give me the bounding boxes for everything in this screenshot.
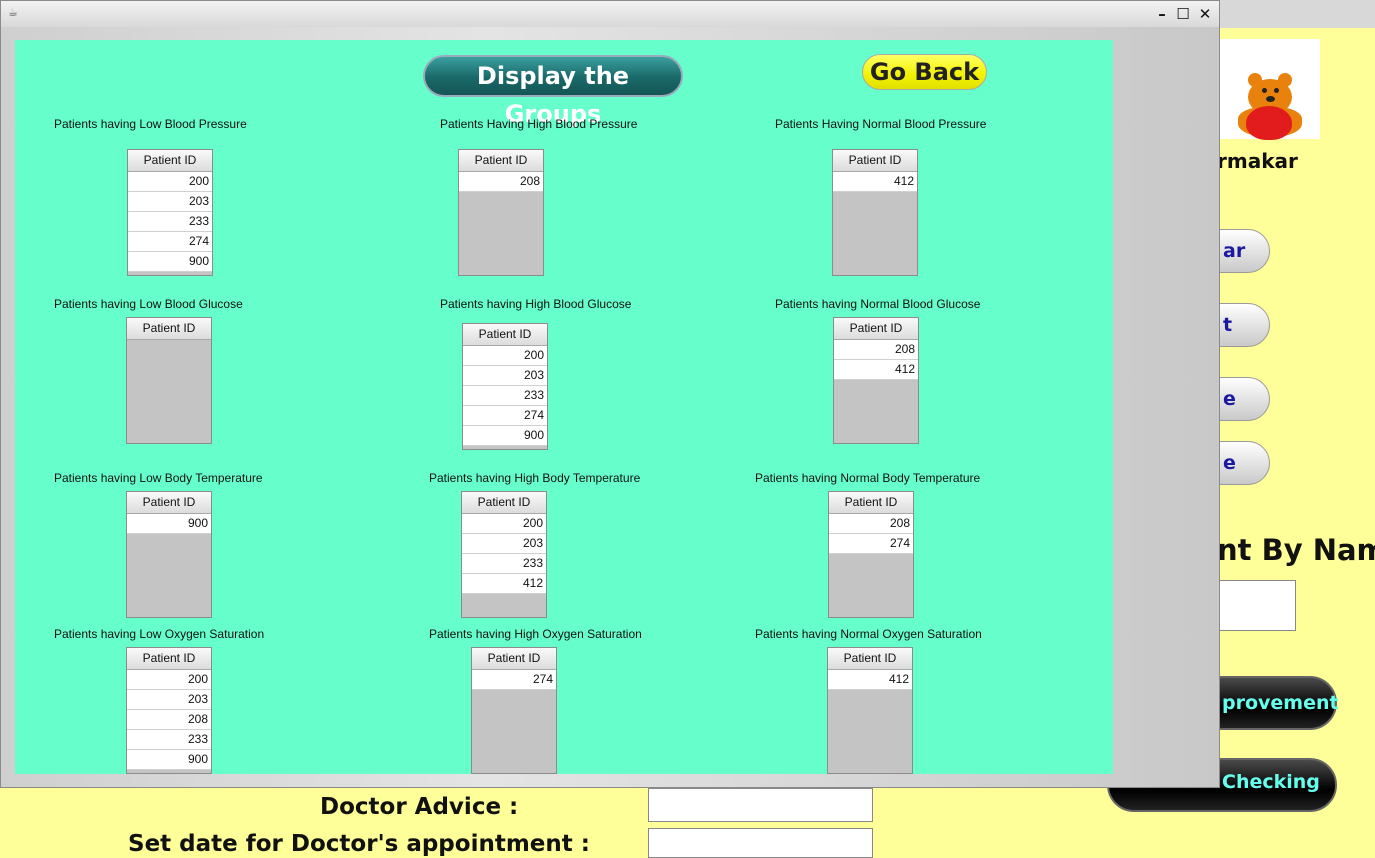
- table-row[interactable]: 233: [462, 554, 546, 574]
- column-header-patient-id[interactable]: Patient ID: [828, 648, 912, 670]
- column-header-patient-id[interactable]: Patient ID: [127, 318, 211, 340]
- table-low-glucose[interactable]: Patient ID: [126, 317, 212, 444]
- table-row[interactable]: 233: [127, 730, 211, 750]
- table-row[interactable]: 208: [829, 514, 913, 534]
- nav-button-2-label: t: [1223, 314, 1233, 336]
- bear-nose: [1266, 96, 1275, 102]
- improvement-button-label: provement: [1222, 692, 1339, 714]
- coffee-cup-icon: ☕: [8, 6, 18, 19]
- table-row[interactable]: 203: [462, 534, 546, 554]
- table-row[interactable]: 900: [463, 426, 547, 446]
- table-row[interactable]: 412: [462, 574, 546, 594]
- checking-button-label: Checking: [1222, 771, 1320, 793]
- table-row[interactable]: 200: [128, 172, 212, 192]
- table-high-glucose[interactable]: Patient ID 200 203 233 274 900: [462, 323, 548, 450]
- group-title-high-bp: Patients Having High Blood Pressure: [440, 117, 638, 131]
- table-row[interactable]: 412: [828, 670, 912, 690]
- group-title-low-bp: Patients having Low Blood Pressure: [54, 117, 247, 131]
- table-row[interactable]: 412: [833, 172, 917, 192]
- group-title-low-temp: Patients having Low Body Temperature: [54, 471, 263, 485]
- table-row[interactable]: 208: [834, 340, 918, 360]
- appointment-date-label: Set date for Doctor's appointment :: [128, 831, 590, 857]
- table-low-temp[interactable]: Patient ID 900: [126, 491, 212, 618]
- bear-eye-left: [1262, 88, 1267, 93]
- background-title-bar: [1220, 0, 1375, 28]
- column-header-patient-id[interactable]: Patient ID: [128, 150, 212, 172]
- groups-window: ☕ – ☐ ✕ Display the Groups Go Back Patie…: [0, 0, 1220, 788]
- column-header-patient-id[interactable]: Patient ID: [834, 318, 918, 340]
- group-title-normal-oxygen: Patients having Normal Oxygen Saturation: [755, 627, 982, 641]
- display-groups-button[interactable]: Display the Groups: [423, 55, 683, 128]
- table-normal-glucose[interactable]: Patient ID 208 412: [833, 317, 919, 444]
- table-row[interactable]: 203: [463, 366, 547, 386]
- column-header-patient-id[interactable]: Patient ID: [462, 492, 546, 514]
- table-row[interactable]: 900: [127, 514, 211, 534]
- column-header-patient-id[interactable]: Patient ID: [127, 492, 211, 514]
- table-row[interactable]: 203: [127, 690, 211, 710]
- minimize-button[interactable]: –: [1153, 5, 1171, 23]
- table-row[interactable]: 900: [127, 750, 211, 770]
- user-name: rmakar: [1217, 149, 1298, 173]
- heart-icon: [1246, 106, 1292, 140]
- group-title-high-oxygen: Patients having High Oxygen Saturation: [429, 627, 642, 641]
- table-normal-bp[interactable]: Patient ID 412: [832, 149, 918, 276]
- close-button[interactable]: ✕: [1196, 5, 1214, 23]
- table-low-bp[interactable]: Patient ID 200 203 233 274 900: [127, 149, 213, 276]
- table-normal-temp[interactable]: Patient ID 208 274: [828, 491, 914, 618]
- group-title-low-oxygen: Patients having Low Oxygen Saturation: [54, 627, 265, 641]
- column-header-patient-id[interactable]: Patient ID: [833, 150, 917, 172]
- group-title-high-glucose: Patients having High Blood Glucose: [440, 297, 632, 311]
- table-row[interactable]: 233: [128, 212, 212, 232]
- group-title-high-temp: Patients having High Body Temperature: [429, 471, 641, 485]
- column-header-patient-id[interactable]: Patient ID: [829, 492, 913, 514]
- table-row[interactable]: 274: [472, 670, 556, 690]
- table-high-temp[interactable]: Patient ID 200 203 233 412: [461, 491, 547, 618]
- title-bar[interactable]: ☕ – ☐ ✕: [1, 1, 1219, 27]
- appointment-date-field[interactable]: [648, 828, 873, 858]
- table-row[interactable]: 900: [128, 252, 212, 272]
- table-low-oxygen[interactable]: Patient ID 200 203 208 233 900: [126, 647, 212, 774]
- bear-eye-right: [1274, 88, 1279, 93]
- table-row[interactable]: 412: [834, 360, 918, 380]
- table-row[interactable]: 200: [463, 346, 547, 366]
- group-title-normal-glucose: Patients having Normal Blood Glucose: [775, 297, 981, 311]
- table-row[interactable]: 274: [829, 534, 913, 554]
- search-by-name-heading: nt By Name: [1217, 533, 1375, 567]
- table-row[interactable]: 200: [127, 670, 211, 690]
- nav-button-1-label: ar: [1223, 240, 1246, 262]
- table-row[interactable]: 208: [127, 710, 211, 730]
- column-header-patient-id[interactable]: Patient ID: [472, 648, 556, 670]
- maximize-button[interactable]: ☐: [1174, 5, 1192, 23]
- group-title-normal-bp: Patients Having Normal Blood Pressure: [775, 117, 987, 131]
- doctor-advice-field[interactable]: [648, 788, 873, 822]
- table-row[interactable]: 274: [463, 406, 547, 426]
- table-row[interactable]: 203: [128, 192, 212, 212]
- table-high-bp[interactable]: Patient ID 208: [458, 149, 544, 276]
- group-title-normal-temp: Patients having Normal Body Temperature: [755, 471, 981, 485]
- nav-button-3-label: e: [1223, 388, 1236, 410]
- table-normal-oxygen[interactable]: Patient ID 412: [827, 647, 913, 774]
- column-header-patient-id[interactable]: Patient ID: [127, 648, 211, 670]
- doctor-advice-label: Doctor Advice :: [320, 794, 519, 820]
- column-header-patient-id[interactable]: Patient ID: [459, 150, 543, 172]
- table-row[interactable]: 233: [463, 386, 547, 406]
- group-title-low-glucose: Patients having Low Blood Glucose: [54, 297, 243, 311]
- table-row[interactable]: 274: [128, 232, 212, 252]
- table-row[interactable]: 208: [459, 172, 543, 192]
- column-header-patient-id[interactable]: Patient ID: [463, 324, 547, 346]
- go-back-button[interactable]: Go Back: [862, 54, 987, 90]
- nav-button-4-label: e: [1223, 452, 1236, 474]
- table-high-oxygen[interactable]: Patient ID 274: [471, 647, 557, 774]
- table-row[interactable]: 200: [462, 514, 546, 534]
